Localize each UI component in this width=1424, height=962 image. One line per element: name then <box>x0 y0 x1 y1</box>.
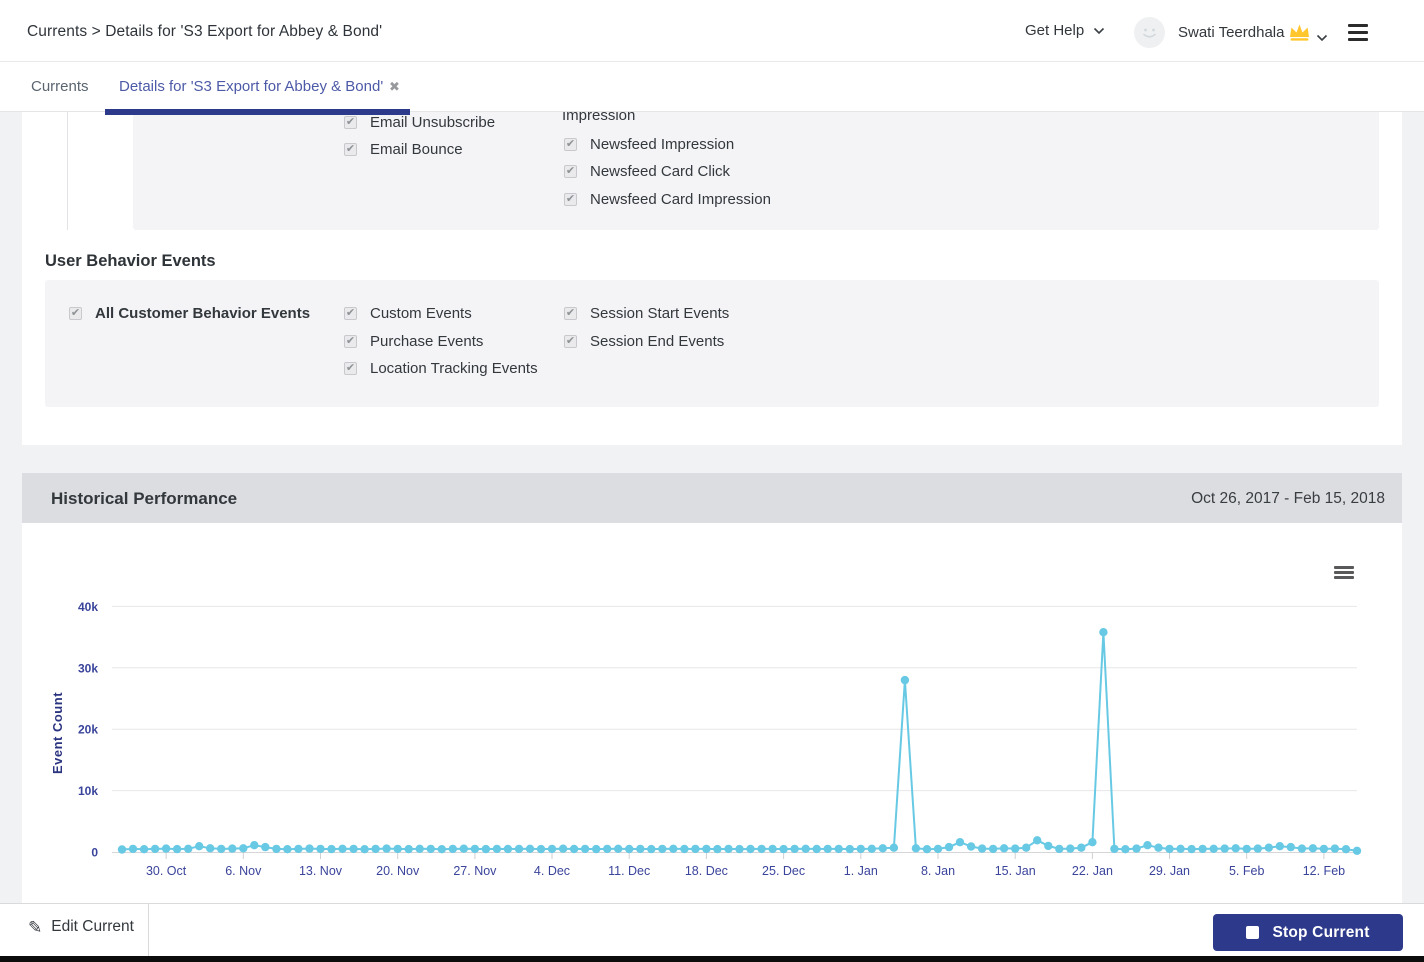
checkbox-checked-icon[interactable]: ✔ <box>564 335 577 348</box>
checkbox-row-email-unsubscribe[interactable]: ✔ Email Unsubscribe <box>344 114 495 131</box>
get-help-menu[interactable]: Get Help <box>1025 22 1105 39</box>
active-tab-underline <box>105 109 410 115</box>
close-tab-icon[interactable]: ✖ <box>389 79 400 95</box>
svg-text:15. Jan: 15. Jan <box>995 864 1036 878</box>
svg-text:0: 0 <box>91 846 98 860</box>
checkbox-checked-icon[interactable]: ✔ <box>564 165 577 178</box>
checkbox-checked-icon[interactable]: ✔ <box>344 143 357 156</box>
svg-text:29. Jan: 29. Jan <box>1149 864 1190 878</box>
chevron-down-icon[interactable] <box>1316 29 1328 47</box>
pencil-icon: ✎ <box>28 917 43 937</box>
bottom-edge-strip <box>0 956 1424 962</box>
historical-performance-title: Historical Performance <box>51 489 238 508</box>
breadcrumb: Currents > Details for 'S3 Export for Ab… <box>27 23 383 40</box>
svg-text:10k: 10k <box>78 784 98 798</box>
stop-current-label: Stop Current <box>1272 923 1370 941</box>
checkbox-checked-icon[interactable]: ✔ <box>344 362 357 375</box>
clipped-label-impression: Impression <box>562 112 636 124</box>
svg-text:30. Oct: 30. Oct <box>146 864 187 878</box>
action-bar: ✎ Edit Current Stop Current <box>0 903 1424 956</box>
checkbox-row-newsfeed-impression[interactable]: ✔ Newsfeed Impression <box>564 136 734 153</box>
svg-text:11. Dec: 11. Dec <box>608 864 650 878</box>
svg-text:27. Nov: 27. Nov <box>453 864 497 878</box>
svg-text:13. Nov: 13. Nov <box>299 864 343 878</box>
message-events-panel: Impression ✔ Email Unsubscribe ✔ Email B… <box>133 112 1379 230</box>
checkbox-row-custom-events[interactable]: ✔ Custom Events <box>344 305 472 322</box>
hamburger-menu-icon[interactable] <box>1348 24 1368 41</box>
checkbox-row-session-end-events[interactable]: ✔ Session End Events <box>564 333 724 350</box>
svg-text:8. Jan: 8. Jan <box>921 864 955 878</box>
checkbox-row-newsfeed-card-click[interactable]: ✔ Newsfeed Card Click <box>564 163 730 180</box>
svg-text:1. Jan: 1. Jan <box>844 864 878 878</box>
checkbox-checked-icon[interactable]: ✔ <box>564 307 577 320</box>
stop-square-icon <box>1246 926 1260 939</box>
svg-text:4. Dec: 4. Dec <box>534 864 570 878</box>
checkbox-checked-icon[interactable]: ✔ <box>344 307 357 320</box>
event-count-line-chart: 0 10k 20k 30k 40k 30. Oct 6. Nov 13. Nov 20. Nov… <box>50 600 1362 878</box>
checkbox-checked-icon[interactable]: ✔ <box>344 116 357 129</box>
get-help-label: Get Help <box>1025 22 1085 39</box>
footer-divider <box>148 904 149 956</box>
user-behavior-events-heading: User Behavior Events <box>45 252 216 270</box>
export-details-card: Impression ✔ Email Unsubscribe ✔ Email B… <box>22 112 1402 445</box>
top-header: Currents > Details for 'S3 Export for Ab… <box>0 0 1424 62</box>
tab-bar: Currents Details for 'S3 Export for Abbe… <box>0 62 1424 112</box>
edit-current-button[interactable]: ✎ Edit Current <box>28 918 134 936</box>
checkbox-row-newsfeed-card-impression[interactable]: ✔ Newsfeed Card Impression <box>564 191 771 208</box>
svg-text:40k: 40k <box>78 600 98 614</box>
crown-icon <box>1288 22 1311 46</box>
historical-performance-chart-card: 0 10k 20k 30k 40k 30. Oct 6. Nov 13. Nov 20. Nov… <box>22 523 1402 903</box>
checkbox-row-purchase-events[interactable]: ✔ Purchase Events <box>344 333 483 350</box>
checkbox-row-email-bounce[interactable]: ✔ Email Bounce <box>344 141 463 158</box>
chart-context-menu-icon[interactable] <box>1334 566 1354 581</box>
user-name[interactable]: Swati Teerdhala <box>1178 24 1284 41</box>
checkbox-row-location-tracking-events[interactable]: ✔ Location Tracking Events <box>344 360 538 377</box>
historical-performance-header: Historical Performance Oct 26, 2017 - Fe… <box>22 473 1402 523</box>
user-behavior-panel: ✔ All Customer Behavior Events ✔ Custom … <box>45 280 1379 407</box>
avatar-face-icon <box>1143 28 1156 38</box>
avatar[interactable] <box>1134 17 1165 48</box>
stop-current-button[interactable]: Stop Current <box>1213 914 1403 951</box>
panel-edge-line <box>67 112 68 230</box>
svg-text:12. Feb: 12. Feb <box>1303 864 1345 878</box>
svg-text:18. Dec: 18. Dec <box>685 864 728 878</box>
checkbox-checked-icon[interactable]: ✔ <box>344 335 357 348</box>
chevron-down-icon <box>1094 27 1105 34</box>
svg-text:22. Jan: 22. Jan <box>1072 864 1113 878</box>
checkbox-checked-icon[interactable]: ✔ <box>69 307 82 320</box>
svg-text:20k: 20k <box>78 723 98 737</box>
edit-current-label: Edit Current <box>51 918 134 935</box>
svg-text:20. Nov: 20. Nov <box>376 864 420 878</box>
svg-text:Event Count: Event Count <box>50 692 65 774</box>
tab-currents[interactable]: Currents <box>31 78 89 95</box>
checkbox-checked-icon[interactable]: ✔ <box>564 193 577 206</box>
tab-details[interactable]: Details for 'S3 Export for Abbey & Bond' <box>119 78 383 95</box>
checkbox-row-session-start-events[interactable]: ✔ Session Start Events <box>564 305 729 322</box>
date-range: Oct 26, 2017 - Feb 15, 2018 <box>1191 490 1385 507</box>
checkbox-row-all-customer-behavior[interactable]: ✔ All Customer Behavior Events <box>69 305 310 322</box>
svg-text:30k: 30k <box>78 661 98 675</box>
svg-text:6. Nov: 6. Nov <box>225 864 262 878</box>
svg-text:25. Dec: 25. Dec <box>762 864 805 878</box>
checkbox-checked-icon[interactable]: ✔ <box>564 138 577 151</box>
svg-text:5. Feb: 5. Feb <box>1229 864 1264 878</box>
